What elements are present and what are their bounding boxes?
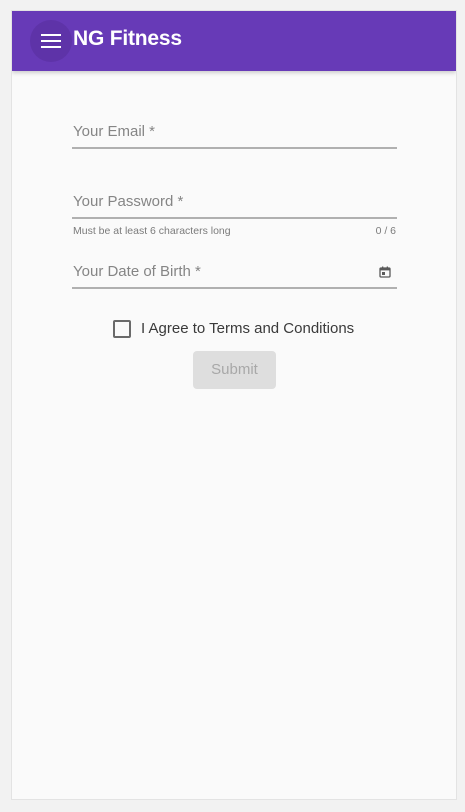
dob-field[interactable]: Your Date of Birth *: [72, 251, 397, 289]
email-underline: [72, 147, 397, 149]
password-label: Your Password *: [73, 193, 184, 210]
password-field[interactable]: Your Password *: [72, 181, 397, 219]
app-title: NG Fitness: [73, 27, 182, 50]
password-underline: [72, 217, 397, 219]
menu-button[interactable]: [30, 20, 72, 62]
top-toolbar: NG Fitness: [12, 11, 456, 71]
password-counter: 0 / 6: [375, 225, 396, 237]
menu-icon: [41, 34, 61, 36]
dob-label: Your Date of Birth *: [73, 263, 201, 280]
email-label: Your Email *: [73, 123, 155, 140]
submit-button[interactable]: Submit: [193, 351, 276, 389]
email-field[interactable]: Your Email *: [72, 111, 397, 149]
terms-checkbox[interactable]: [113, 320, 131, 338]
app-window: NG Fitness Your Email * Your Password * …: [11, 10, 457, 800]
terms-label: I Agree to Terms and Conditions: [141, 320, 355, 337]
password-hint: Must be at least 6 characters long: [73, 225, 231, 237]
dob-underline: [72, 287, 397, 289]
calendar-icon[interactable]: [379, 266, 391, 278]
